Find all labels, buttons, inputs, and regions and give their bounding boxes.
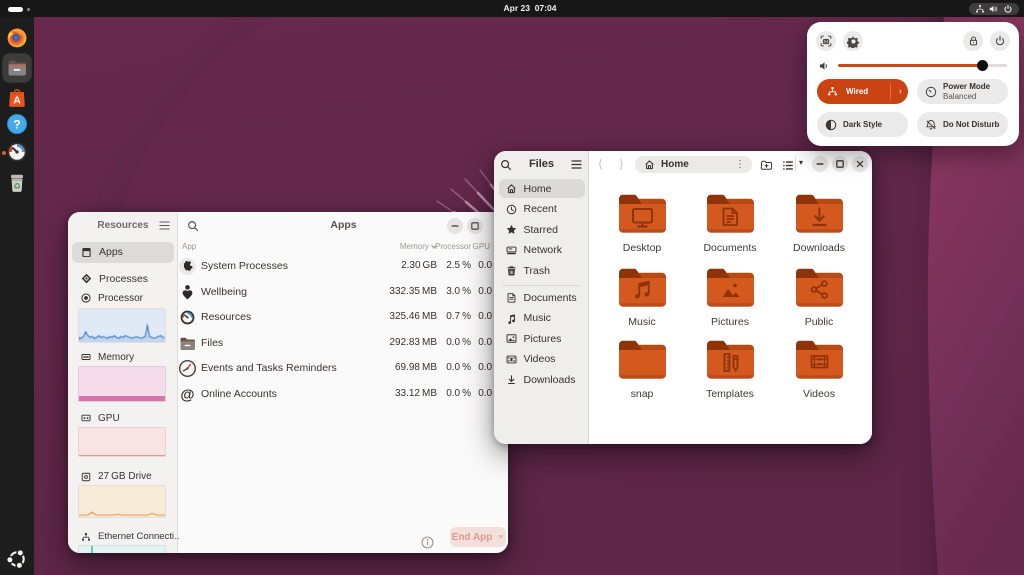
svg-text:@: @ <box>180 387 194 403</box>
svg-text:A: A <box>13 94 21 106</box>
svg-text:?: ? <box>13 118 21 132</box>
svg-text:♻: ♻ <box>13 181 21 191</box>
